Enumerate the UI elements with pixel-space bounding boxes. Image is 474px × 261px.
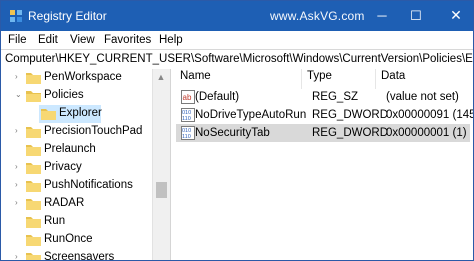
- tree-item-label: Explorer: [59, 107, 102, 119]
- chevron-right-icon[interactable]: ›: [15, 181, 23, 189]
- binary-value-icon: 010 110: [181, 108, 195, 122]
- tree-item-prelaunch[interactable]: Prelaunch: [1, 141, 152, 159]
- folder-icon: [26, 215, 41, 228]
- chevron-right-icon[interactable]: ›: [15, 199, 23, 207]
- address-path[interactable]: Computer\HKEY_CURRENT_USER\Software\Micr…: [5, 53, 473, 65]
- folder-icon: [26, 251, 41, 260]
- menu-edit[interactable]: Edit: [38, 34, 58, 46]
- chevron-right-icon[interactable]: ›: [15, 253, 23, 261]
- folder-icon: [26, 233, 41, 246]
- chevron-right-icon[interactable]: ›: [15, 73, 23, 81]
- folder-icon: [26, 161, 41, 174]
- svg-text:110: 110: [182, 116, 191, 122]
- column-divider[interactable]: [301, 69, 302, 89]
- tree-item-label: Screensavers: [44, 251, 115, 261]
- registry-tree[interactable]: › PenWorkspace ⌄ Policies Explorer › Pre…: [1, 69, 171, 261]
- address-bar[interactable]: Computer\HKEY_CURRENT_USER\Software\Micr…: [1, 49, 473, 70]
- value-type: REG_SZ: [312, 91, 359, 103]
- close-button[interactable]: ✕: [441, 1, 471, 31]
- chevron-down-icon[interactable]: ⌄: [15, 91, 23, 99]
- menu-help[interactable]: Help: [159, 34, 183, 46]
- minimize-button[interactable]: ─: [367, 1, 397, 31]
- column-divider[interactable]: [375, 69, 376, 89]
- value-type: REG_DWORD: [312, 127, 389, 139]
- tree-item-radar[interactable]: › RADAR: [1, 195, 152, 213]
- type-column-header[interactable]: Type: [307, 70, 332, 87]
- svg-text:ab: ab: [183, 93, 192, 102]
- tree-scrollbar[interactable]: ▲: [152, 69, 170, 260]
- menu-bar: File Edit View Favorites Help: [1, 31, 473, 49]
- list-row-nosecuritytab[interactable]: 010 110 NoSecurityTab REG_DWORD 0x0000000…: [176, 124, 470, 142]
- tree-item-label: Prelaunch: [44, 143, 96, 155]
- scroll-up-icon[interactable]: ▲: [156, 72, 166, 82]
- folder-open-icon: [26, 89, 41, 102]
- tree-item-penworkspace[interactable]: › PenWorkspace: [1, 69, 152, 87]
- folder-icon: [26, 179, 41, 192]
- title-bar[interactable]: Registry Editor www.AskVG.com ─ ☐ ✕: [1, 1, 473, 31]
- value-data: 0x00000001 (1): [386, 127, 467, 139]
- value-type: REG_DWORD: [312, 109, 389, 121]
- name-column-header[interactable]: Name: [180, 70, 211, 87]
- tree-item-pushnotifications[interactable]: › PushNotifications: [1, 177, 152, 195]
- tree-item-label: PushNotifications: [44, 179, 133, 191]
- value-name: (Default): [195, 91, 240, 103]
- list-row-default[interactable]: ab (Default) REG_SZ (value not set): [176, 88, 470, 106]
- tree-item-privacy[interactable]: › Privacy: [1, 159, 152, 177]
- list-row-nodrivetypeautorun[interactable]: 010 110 NoDriveTypeAutoRun REG_DWORD 0x00…: [176, 106, 473, 124]
- value-data: 0x00000091 (145): [386, 109, 474, 121]
- tree-item-label: Privacy: [44, 161, 82, 173]
- window-title: Registry Editor: [28, 9, 107, 23]
- data-column-header[interactable]: Data: [381, 70, 405, 87]
- tree-item-policies[interactable]: ⌄ Policies: [1, 87, 152, 105]
- binary-value-icon: 010 110: [181, 126, 195, 140]
- value-name: NoDriveTypeAutoRun: [195, 109, 307, 121]
- values-list[interactable]: Name Type Data ab (Default) REG_SZ (valu…: [171, 69, 473, 260]
- tree-item-label: PenWorkspace: [44, 71, 122, 83]
- tree-item-explorer[interactable]: Explorer: [39, 105, 102, 123]
- svg-text:110: 110: [182, 134, 191, 140]
- folder-icon: [41, 107, 56, 120]
- value-data: (value not set): [386, 91, 459, 103]
- watermark: www.AskVG.com: [270, 9, 365, 23]
- registry-editor-window: Registry Editor www.AskVG.com ─ ☐ ✕ File…: [0, 0, 474, 261]
- tree-item-screensavers[interactable]: › Screensavers: [1, 249, 152, 261]
- menu-view[interactable]: View: [70, 34, 95, 46]
- value-name: NoSecurityTab: [195, 127, 270, 139]
- tree-item-label: Run: [44, 215, 66, 227]
- chevron-right-icon[interactable]: ›: [15, 127, 23, 135]
- chevron-right-icon[interactable]: ›: [15, 163, 23, 171]
- folder-icon: [26, 197, 41, 210]
- scroll-thumb[interactable]: [156, 182, 167, 198]
- tree-item-label: RunOnce: [44, 233, 93, 245]
- registry-editor-icon: [9, 9, 23, 23]
- folder-icon: [26, 125, 41, 138]
- tree-item-precisiontouchpad[interactable]: › PrecisionTouchPad: [1, 123, 152, 141]
- menu-file[interactable]: File: [8, 34, 27, 46]
- tree-item-runonce[interactable]: RunOnce: [1, 231, 152, 249]
- maximize-button[interactable]: ☐: [401, 1, 431, 31]
- tree-item-label: Policies: [44, 89, 84, 101]
- folder-icon: [26, 143, 41, 156]
- tree-item-run[interactable]: Run: [1, 213, 152, 231]
- menu-favorites[interactable]: Favorites: [104, 34, 151, 46]
- folder-icon: [26, 71, 41, 84]
- tree-item-label: PrecisionTouchPad: [44, 125, 143, 137]
- string-value-icon: ab: [181, 90, 195, 104]
- tree-item-label: RADAR: [44, 197, 85, 209]
